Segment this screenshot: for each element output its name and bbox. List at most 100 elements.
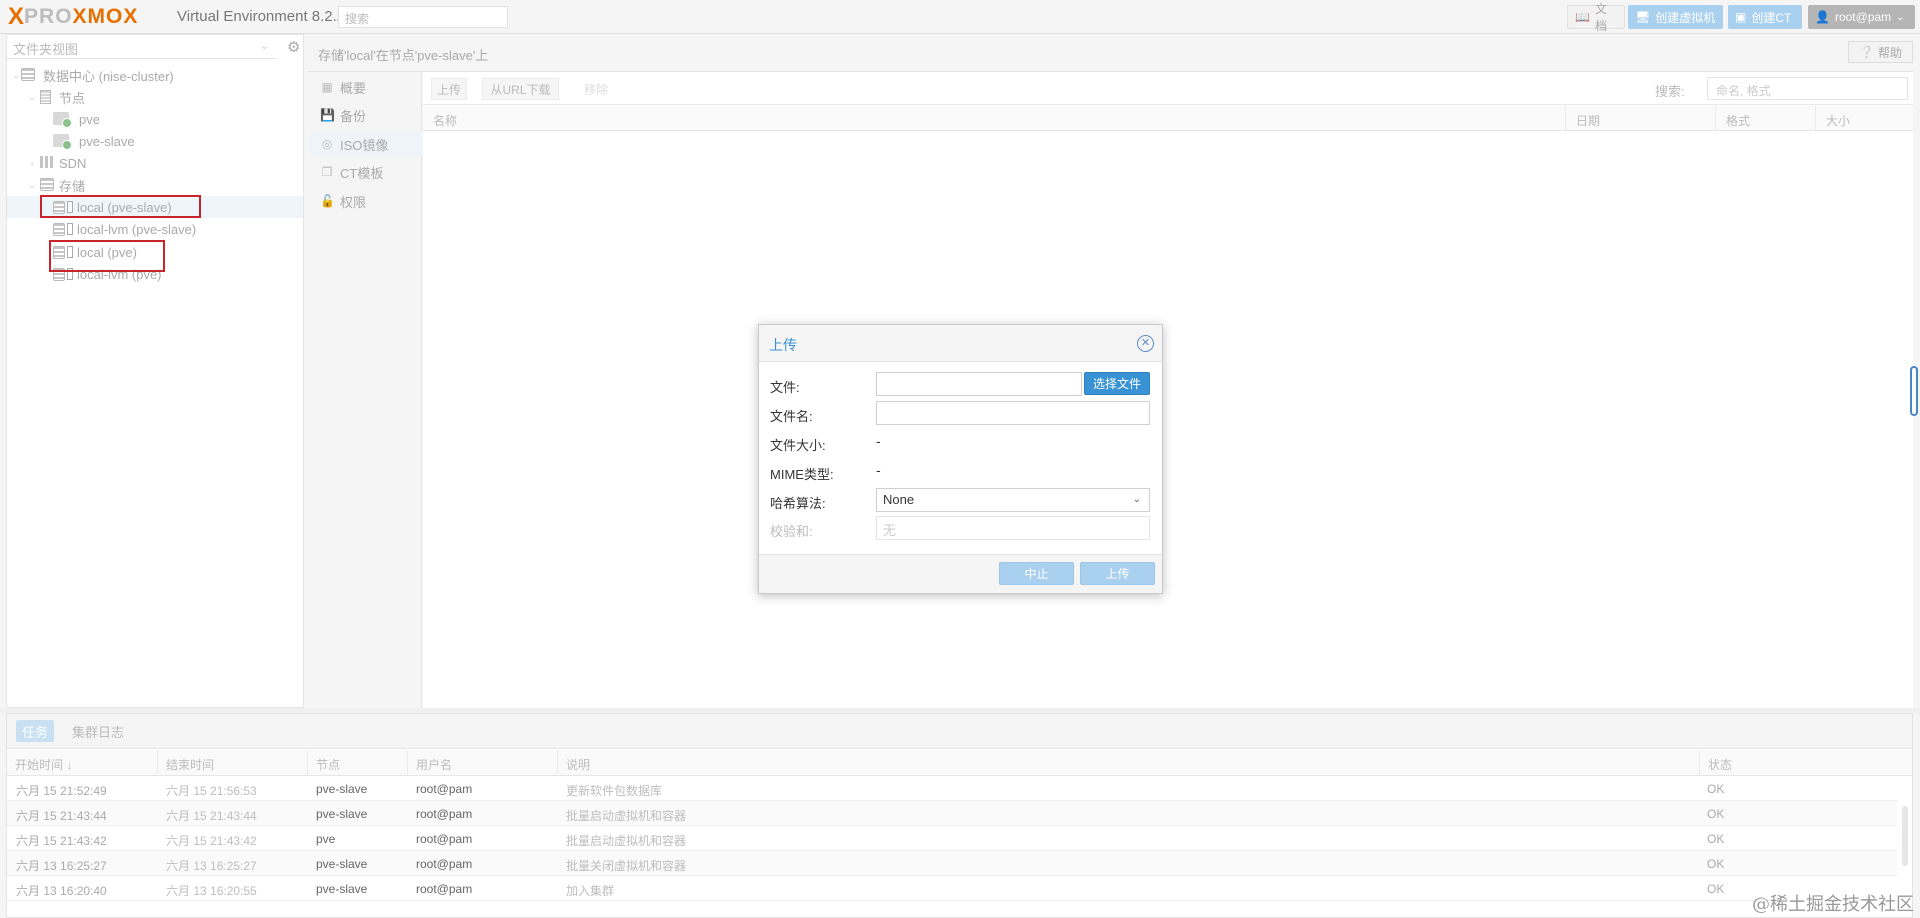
upload-button[interactable]: 上传 [431,78,467,100]
task-row[interactable]: 六月 13 16:25:27 六月 13 16:25:27 pve-slave … [7,851,1897,876]
scrollbar-thumb[interactable] [1902,806,1908,866]
node-online-icon [53,112,72,128]
search-input[interactable]: 命名, 格式 [1707,77,1908,100]
tab-tasks[interactable]: 任务 [16,720,55,742]
choose-file-button[interactable]: 选择文件 [1084,372,1150,395]
chevron-down-icon: ⌄ [1132,494,1141,505]
mime-value: - [876,464,881,479]
task-row[interactable]: 六月 15 21:52:49 六月 15 21:56:53 pve-slave … [7,776,1897,801]
logo-mark: X [8,3,25,30]
user-menu-button[interactable]: 👤 root@pam ⌄ [1808,5,1915,29]
tree-item-local-lvm-pve-slave[interactable]: local-lvm (pve-slave) [7,218,303,240]
collapse-icon[interactable]: ⌄ [27,92,37,103]
collapse-icon[interactable]: ⌄ [27,180,37,191]
abort-button[interactable]: 中止 [999,562,1074,585]
column-header-format[interactable]: 格式 [1715,106,1815,131]
help-button[interactable]: ❔ 帮助 [1848,41,1913,63]
task-start: 六月 13 16:20:40 [16,884,107,898]
grid-header: 名称 日期 格式 大小 [423,106,1913,131]
column-header-node[interactable]: 节点 [307,750,407,776]
upload-dialog: 上传 ✕ 文件: 选择文件 文件名: 文件大小: - MIME类型: - 哈希算… [758,324,1163,594]
task-end: 六月 15 21:56:53 [166,784,257,798]
toolbar: 上传 从URL下载 移除 搜索: 命名, 格式 [423,72,1913,105]
column-header-size[interactable]: 大小 [1815,106,1913,131]
view-select-value: 文件夹视图 [13,42,79,57]
task-node: pve-slave [316,782,368,796]
create-ct-button[interactable]: ▣ 创建CT [1728,5,1802,29]
task-row[interactable]: 六月 15 21:43:42 六月 15 21:43:42 pve root@p… [7,826,1897,851]
resource-tree-panel: 文件夹视图 ⌄ ⚙ ⌄ 数据中心 (nise-cluster) ⌄ 节点 pve… [6,34,304,708]
column-header-date[interactable]: 日期 [1565,106,1715,131]
column-header-user[interactable]: 用户名 [407,750,557,776]
tree-item-storage[interactable]: ⌄ 存储 [7,174,303,196]
task-user: root@pam [416,882,473,896]
nav-item-label: ISO镜像 [340,137,389,153]
storage-icon [53,222,73,236]
tree-item-node-pve-slave[interactable]: pve-slave [7,130,303,152]
task-log-panel: 任务 集群日志 开始时间 ↓ 结束时间 节点 用户名 说明 状态 六月 15 2… [6,713,1913,918]
collapse-icon[interactable]: ⌄ [11,70,21,81]
task-start: 六月 15 21:52:49 [16,784,107,798]
task-status: OK [1707,857,1725,871]
global-search-input[interactable]: 搜索 [338,6,508,28]
nav-summary[interactable]: ▦ 概要 [310,74,422,100]
unlock-icon: 🔓 [320,194,335,208]
gear-icon[interactable]: ⚙ [287,38,300,56]
proxmox-logo[interactable]: X PROXMOX [8,3,138,30]
nav-ct-templates[interactable]: ❐ CT模板 [310,159,422,185]
download-from-url-button[interactable]: 从URL下载 [482,78,559,100]
expand-icon[interactable]: › [27,158,37,168]
tree-item-nodes[interactable]: ⌄ 节点 [7,86,303,108]
view-select[interactable]: 文件夹视图 ⌄ [7,35,277,59]
create-vm-button[interactable]: 🖥 创建虚拟机 [1628,5,1723,29]
template-icon: ❐ [321,165,333,179]
book-icon: 📖 [1575,10,1590,24]
highlight-box [49,240,165,272]
server-icon [40,90,51,104]
task-row[interactable]: 六月 15 21:43:44 六月 15 21:43:44 pve-slave … [7,801,1897,826]
column-header-end[interactable]: 结束时间 [157,750,307,776]
docs-button[interactable]: 📖 文档 [1567,2,1625,33]
tree-item-label: 节点 [59,90,86,106]
user-icon: 👤 [1815,10,1830,24]
column-header-description[interactable]: 说明 [557,750,1699,776]
chevron-down-icon: ⌄ [259,40,269,52]
tree-item-label: local-lvm (pve-slave) [77,221,197,237]
tree-item-label: SDN [59,155,87,171]
column-header-status[interactable]: 状态 [1699,750,1899,776]
nav-permissions[interactable]: 🔓 权限 [310,188,422,214]
delete-button[interactable]: 移除 [574,78,618,100]
checksum-label: 校验和: [770,524,813,539]
mime-label: MIME类型: [770,467,834,482]
filename-field[interactable] [876,401,1150,425]
side-scroll-handle[interactable] [1910,366,1918,416]
task-start: 六月 15 21:43:44 [16,809,107,823]
checksum-field[interactable]: 无 [876,516,1150,540]
upload-submit-button[interactable]: 上传 [1080,562,1155,585]
search-label: 搜索: [1655,84,1685,99]
dialog-footer: 中止 上传 [759,554,1162,593]
file-field[interactable] [876,372,1082,396]
task-tabs: 任务 集群日志 [7,714,1912,749]
hash-algorithm-value: None [883,492,915,507]
storage-subnav: ▦ 概要 💾 备份 ◎ ISO镜像 ❐ CT模板 🔓 权限 [310,72,422,708]
tree-item-node-pve[interactable]: pve [7,108,303,130]
column-header-start[interactable]: 开始时间 ↓ [7,750,157,776]
column-header-name[interactable]: 名称 [423,106,1565,131]
tab-cluster-log[interactable]: 集群日志 [66,720,130,742]
chevron-down-icon: ⌄ [1896,11,1905,23]
dialog-title: 上传 [769,337,797,353]
task-row[interactable]: 六月 13 16:20:40 六月 13 16:20:55 pve-slave … [7,876,1897,901]
task-description: 加入集群 [566,884,615,898]
nav-iso-images[interactable]: ◎ ISO镜像 [310,131,422,157]
hash-label: 哈希算法: [770,496,826,511]
task-status: OK [1707,832,1725,846]
node-online-icon [53,134,72,150]
hash-algorithm-select[interactable]: None ⌄ [876,488,1150,512]
tree-item-datacenter[interactable]: ⌄ 数据中心 (nise-cluster) [7,64,303,86]
close-icon[interactable]: ✕ [1137,335,1154,352]
tree-item-label: pve-slave [79,133,135,149]
tree-item-sdn[interactable]: › SDN [7,152,303,174]
tree-item-label: 数据中心 (nise-cluster) [43,68,174,84]
nav-backup[interactable]: 💾 备份 [310,102,422,128]
